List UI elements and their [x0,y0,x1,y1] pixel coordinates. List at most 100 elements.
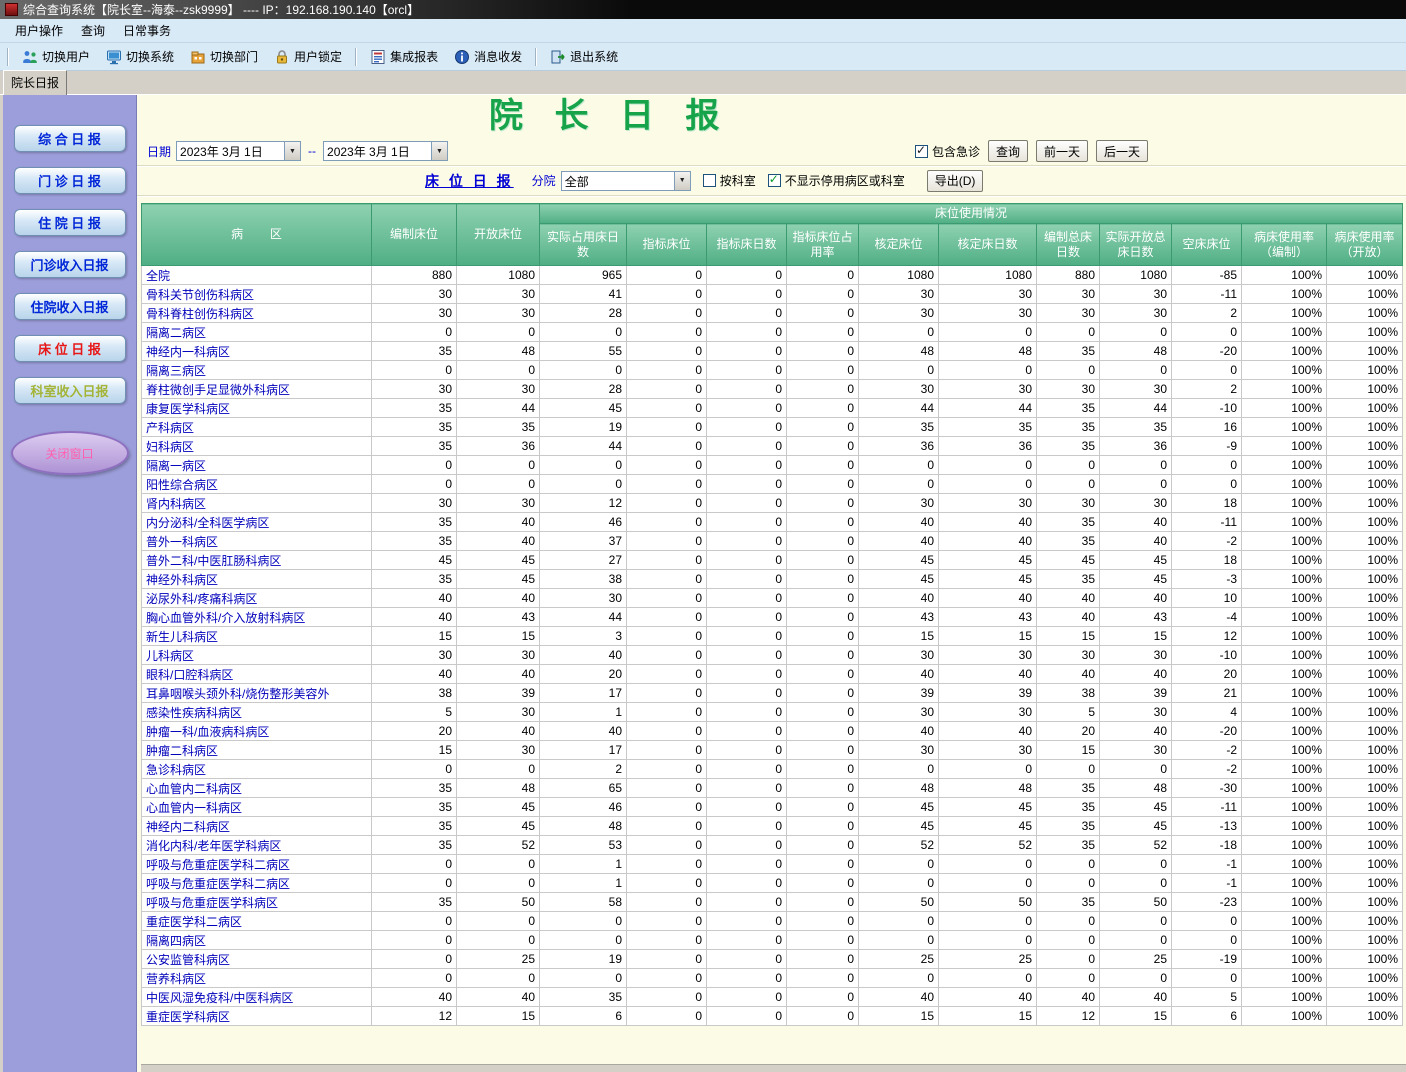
horizontal-scrollbar[interactable] [141,1064,1406,1072]
value-cell: 1080 [858,265,939,285]
menu-user-operations[interactable]: 用户操作 [6,19,72,42]
value-cell: 0 [626,265,707,285]
sidebar-item-bed-daily-active[interactable]: 床 位 日 报 [13,335,126,362]
value-cell: 45 [456,550,540,570]
value-cell: 30 [456,740,540,760]
date-from-select[interactable]: 2023年 3月 1日 ▼ [176,141,302,161]
previous-day-button[interactable]: 前一天 [1035,140,1088,162]
value-cell: 43 [938,607,1037,627]
table-row[interactable]: 隔离三病区 0 0 0 0 0 0 0 0 0 0 0 100% 100% [141,360,1404,380]
table-row[interactable]: 重症医学科病区 12 15 6 0 0 0 15 15 12 15 6 100% 100% [141,1006,1404,1026]
tab-director-daily-report[interactable]: 院长日报 [3,70,68,95]
table-row[interactable]: 心血管内一科病区 35 45 46 0 0 0 45 45 35 45 -11 100% 100% [141,797,1404,817]
sidebar-item-inpatient-daily[interactable]: 住 院 日 报 [13,209,126,236]
table-row[interactable]: 肿瘤二科病区 15 30 17 0 0 0 30 30 15 30 -2 100% 100% [141,740,1404,760]
table-row[interactable]: 隔离一病区 0 0 0 0 0 0 0 0 0 0 0 100% 100% [141,455,1404,475]
table-row[interactable]: 隔离四病区 0 0 0 0 0 0 0 0 0 0 0 100% 100% [141,930,1404,950]
switch-system-button[interactable]: 切换系统 [99,45,181,68]
bed-daily-report-link[interactable]: 床 位 日 报 [425,171,514,191]
menu-daily-affairs[interactable]: 日常事务 [114,19,180,42]
table-row[interactable]: 儿科病区 30 30 40 0 0 0 30 30 30 30 -10 100% 100% [141,645,1404,665]
table-row[interactable]: 普外一科病区 35 40 37 0 0 0 40 40 35 40 -2 100% 100% [141,531,1404,551]
menu-query[interactable]: 查询 [72,19,114,42]
value-cell: 100% [1241,360,1327,380]
query-button[interactable]: 查询 [987,140,1028,162]
exit-system-button[interactable]: 退出系统 [543,45,625,68]
by-department-checkbox[interactable]: 按科室 [702,172,756,189]
table-row[interactable]: 肿瘤一科/血液病科病区 20 40 40 0 0 0 40 40 20 40 -20 100% 100% [141,721,1404,741]
table-row[interactable]: 神经内一科病区 35 48 55 0 0 0 48 48 35 48 -20 100% 100% [141,341,1404,361]
table-row[interactable]: 妇科病区 35 36 44 0 0 0 36 36 35 36 -9 100% 100% [141,436,1404,456]
chevron-down-icon[interactable]: ▼ [431,142,448,160]
table-row[interactable]: 呼吸与危重症医学科病区 35 50 58 0 0 0 50 50 35 50 -23 100% 100% [141,892,1404,912]
switch-department-button[interactable]: 切换部门 [183,45,265,68]
include-emergency-checkbox[interactable]: ✓ 包含急诊 [914,143,980,160]
messages-button[interactable]: 消息收发 [447,45,529,68]
table-row[interactable]: 心血管内二科病区 35 48 65 0 0 0 48 48 35 48 -30 100% 100% [141,778,1404,798]
chevron-down-icon[interactable]: ▼ [284,142,301,160]
table-row[interactable]: 消化内科/老年医学科病区 35 52 53 0 0 0 52 52 35 52 -18 100% 100% [141,835,1404,855]
table-row[interactable]: 感染性疾病科病区 5 30 1 0 0 0 30 30 5 30 4 100% 100% [141,702,1404,722]
value-cell: 0 [706,607,787,627]
table-row[interactable]: 公安监管科病区 0 25 19 0 0 0 25 25 0 25 -19 100% 100% [141,949,1404,969]
next-day-button[interactable]: 后一天 [1095,140,1148,162]
table-row[interactable]: 营养科病区 0 0 0 0 0 0 0 0 0 0 0 100% 100% [141,968,1404,988]
value-cell: 0 [626,455,707,475]
value-cell: 39 [858,683,939,703]
table-row[interactable]: 耳鼻咽喉头颈外科/烧伤整形美容外 38 39 17 0 0 0 39 39 38 39 21 100% 1… [141,683,1404,703]
table-row[interactable]: 眼科/口腔科病区 40 40 20 0 0 0 40 40 40 40 20 100% 100% [141,664,1404,684]
table-row[interactable]: 全院 880 1080 965 0 0 0 1080 1080 880 1080 -85 100% 100… [141,265,1404,285]
sidebar-item-inpatient-income-daily[interactable]: 住院收入日报 [13,293,126,320]
table-row[interactable]: 肾内科病区 30 30 12 0 0 0 30 30 30 30 18 100% 100% [141,493,1404,513]
sidebar-oval-button[interactable]: 关闭窗口 [10,431,129,475]
sidebar-item-dept-income-daily[interactable]: 科室收入日报 [13,377,126,404]
switch-user-button[interactable]: 切换用户 [15,45,97,68]
user-lock-button[interactable]: 用户锁定 [267,45,349,68]
table-row[interactable]: 神经外科病区 35 45 38 0 0 0 45 45 35 45 -3 100% 100% [141,569,1404,589]
value-cell: 0 [626,892,707,912]
table-row[interactable]: 内分泌科/全科医学病区 35 40 46 0 0 0 40 40 35 40 -11 100% 100% [141,512,1404,532]
value-cell: 100% [1241,987,1327,1007]
table-row[interactable]: 急诊科病区 0 0 2 0 0 0 0 0 0 0 -2 100% 100% [141,759,1404,779]
sidebar-item-outpatient-income-daily[interactable]: 门诊收入日报 [13,251,126,278]
table-row[interactable]: 胸心血管外科/介入放射科病区 40 43 44 0 0 0 43 43 40 43 -4 100% 100… [141,607,1404,627]
table-row[interactable]: 泌尿外科/疼痛科病区 40 40 30 0 0 0 40 40 40 40 10 100% 100% [141,588,1404,608]
table-row[interactable]: 隔离二病区 0 0 0 0 0 0 0 0 0 0 0 100% 100% [141,322,1404,342]
table-row[interactable]: 阳性综合病区 0 0 0 0 0 0 0 0 0 0 0 100% 100% [141,474,1404,494]
table-row[interactable]: 中医风湿免疫科/中医科病区 40 40 35 0 0 0 40 40 40 40 5 100% 100% [141,987,1404,1007]
table-row[interactable]: 脊柱微创手足显微外科病区 30 30 28 0 0 0 30 30 30 30 2 100% 100% [141,379,1404,399]
table-row[interactable]: 康复医学科病区 35 44 45 0 0 0 44 44 35 44 -10 100% 100% [141,398,1404,418]
ward-name-cell: 营养科病区 [141,968,372,988]
table-row[interactable]: 重症医学科二病区 0 0 0 0 0 0 0 0 0 0 0 100% 100% [141,911,1404,931]
toolbar-separator [355,47,358,66]
branch-select[interactable]: 全部 ▼ [560,170,691,191]
value-cell: 35 [371,398,457,418]
table-row[interactable]: 新生儿科病区 15 15 3 0 0 0 15 15 15 15 12 100% 100% [141,626,1404,646]
value-cell: 965 [539,265,627,285]
date-to-select[interactable]: 2023年 3月 1日 ▼ [323,141,449,161]
value-cell: 30 [371,303,457,323]
sidebar-item-comprehensive-daily[interactable]: 综 合 日 报 [13,125,126,152]
value-cell: 0 [858,873,939,893]
chevron-down-icon[interactable]: ▼ [673,171,690,190]
hide-disabled-wards-checkbox[interactable]: ✓ 不显示停用病区或科室 [767,172,905,189]
value-cell: 40 [456,664,540,684]
table-row[interactable]: 呼吸与危重症医学科二病区 0 0 1 0 0 0 0 0 0 0 -1 100% 100% [141,854,1404,874]
value-cell: 4 [1171,702,1242,722]
table-row[interactable]: 骨科关节创伤科病区 30 30 41 0 0 0 30 30 30 30 -11 100% 100% [141,284,1404,304]
table-row[interactable]: 神经内二科病区 35 45 48 0 0 0 45 45 35 45 -13 100% 100% [141,816,1404,836]
value-cell: 0 [1036,854,1100,874]
export-button[interactable]: 导出(D) [926,169,984,192]
value-cell: -11 [1171,797,1242,817]
table-row[interactable]: 骨科脊柱创伤科病区 30 30 28 0 0 0 30 30 30 30 2 100% 100% [141,303,1404,323]
table-row[interactable]: 普外二科/中医肛肠科病区 45 45 27 0 0 0 45 45 45 45 18 100% 100% [141,550,1404,570]
sidebar-item-outpatient-daily[interactable]: 门 诊 日 报 [13,167,126,194]
table-row[interactable]: 产科病区 35 35 19 0 0 0 35 35 35 35 16 100% 100% [141,417,1404,437]
value-cell: 100% [1325,645,1404,665]
value-cell: 0 [706,455,787,475]
value-cell: 52 [456,835,540,855]
value-cell: 0 [539,455,627,475]
value-cell: 30 [938,303,1037,323]
integrated-report-button[interactable]: 集成报表 [363,45,445,68]
table-row[interactable]: 呼吸与危重症医学科二病区 0 0 1 0 0 0 0 0 0 0 -1 100% 100% [141,873,1404,893]
